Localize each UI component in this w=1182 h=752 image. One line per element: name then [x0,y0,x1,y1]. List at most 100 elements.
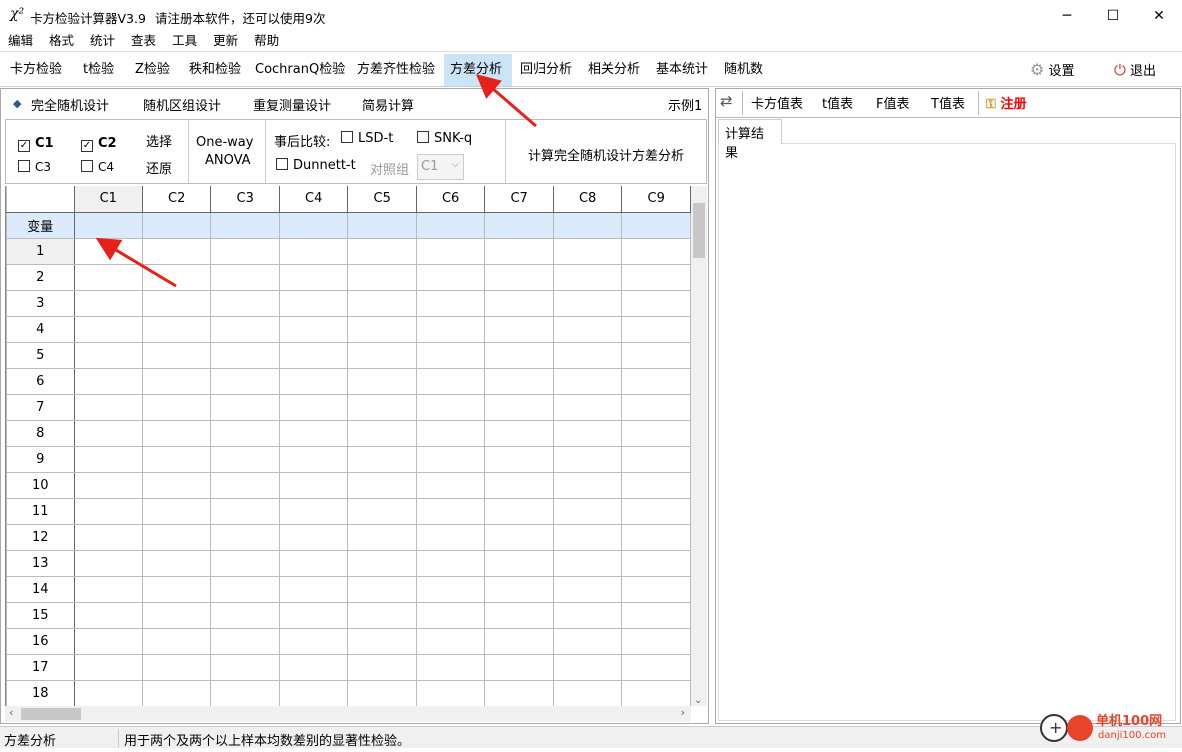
data-cell[interactable] [278,497,349,525]
data-cell[interactable] [621,627,691,655]
data-cell[interactable] [621,341,691,369]
data-cell[interactable] [278,653,349,681]
data-cell[interactable] [415,393,486,421]
t-table-button[interactable]: t值表 [822,93,853,112]
data-cell[interactable] [278,393,349,421]
data-cell[interactable] [210,393,280,421]
variable-cell[interactable] [621,211,691,239]
data-cell[interactable] [141,601,212,629]
settings-button[interactable]: ⚙ 设置 [1024,54,1081,86]
data-cell[interactable] [278,341,349,369]
data-cell[interactable] [347,341,417,369]
data-cell[interactable] [484,315,554,343]
data-cell[interactable] [484,393,554,421]
data-cell[interactable] [210,315,280,343]
data-cell[interactable] [621,393,691,421]
vertical-scrollbar[interactable]: ⌄ [691,186,707,706]
data-cell[interactable] [621,601,691,629]
tab-regression[interactable]: 回归分析 [514,54,578,86]
data-cell[interactable] [73,679,143,706]
data-cell[interactable] [484,341,554,369]
data-cell[interactable] [278,367,349,395]
data-cell[interactable] [621,497,691,525]
data-cell[interactable] [210,497,280,525]
checkbox-c4[interactable]: C4 [81,160,114,174]
menu-lookup[interactable]: 查表 [123,32,164,50]
data-cell[interactable] [141,653,212,681]
menu-tools[interactable]: 工具 [164,32,205,50]
data-cell[interactable] [73,419,143,447]
data-cell[interactable] [347,575,417,603]
variable-cell[interactable] [73,211,143,239]
data-cell[interactable] [73,627,143,655]
data-cell[interactable] [347,289,417,317]
tab-rank-sum[interactable]: 秩和检验 [183,54,247,86]
data-cell[interactable] [415,601,486,629]
data-cell[interactable] [621,549,691,577]
data-cell[interactable] [415,445,486,473]
tab-repeated-measures[interactable]: 重复测量设计 [253,95,331,114]
data-cell[interactable] [552,445,623,473]
row-header[interactable]: 11 [6,497,75,525]
data-cell[interactable] [141,419,212,447]
data-cell[interactable] [484,289,554,317]
data-cell[interactable] [210,627,280,655]
data-cell[interactable] [415,523,486,551]
data-cell[interactable] [484,263,554,291]
data-cell[interactable] [141,289,212,317]
data-cell[interactable] [210,601,280,629]
data-cell[interactable] [73,367,143,395]
data-cell[interactable] [347,419,417,447]
column-header[interactable]: C4 [278,186,349,213]
data-cell[interactable] [278,419,349,447]
column-header[interactable]: C2 [141,186,212,213]
variable-cell[interactable] [347,211,417,239]
data-cell[interactable] [484,419,554,447]
data-cell[interactable] [347,445,417,473]
data-cell[interactable] [210,289,280,317]
scroll-left-icon[interactable]: ‹ [9,706,13,719]
data-cell[interactable] [621,237,691,265]
data-cell[interactable] [484,237,554,265]
row-header[interactable]: 12 [6,523,75,551]
menu-stats[interactable]: 统计 [82,32,123,50]
row-header[interactable]: 2 [6,263,75,291]
data-cell[interactable] [278,263,349,291]
row-header[interactable]: 9 [6,445,75,473]
tab-completely-random[interactable]: 完全随机设计 [31,95,109,114]
T-table-button[interactable]: T值表 [931,93,965,112]
menu-format[interactable]: 格式 [41,32,82,50]
data-cell[interactable] [347,601,417,629]
data-cell[interactable] [278,679,349,706]
variable-cell[interactable] [141,211,212,239]
exit-button[interactable]: ⏻ 退出 [1108,54,1162,86]
data-cell[interactable] [73,289,143,317]
data-cell[interactable] [347,549,417,577]
data-cell[interactable] [484,653,554,681]
tab-correlation[interactable]: 相关分析 [582,54,646,86]
data-cell[interactable] [347,653,417,681]
row-header[interactable]: 5 [6,341,75,369]
data-cell[interactable] [552,497,623,525]
row-header[interactable]: 15 [6,601,75,629]
data-cell[interactable] [210,341,280,369]
data-cell[interactable] [484,601,554,629]
row-header[interactable]: 4 [6,315,75,343]
data-cell[interactable] [347,263,417,291]
data-cell[interactable] [552,263,623,291]
data-cell[interactable] [141,575,212,603]
data-cell[interactable] [552,575,623,603]
data-cell[interactable] [484,549,554,577]
data-cell[interactable] [415,549,486,577]
data-cell[interactable] [141,471,212,499]
data-cell[interactable] [73,315,143,343]
data-cell[interactable] [278,523,349,551]
row-header[interactable]: 3 [6,289,75,317]
scroll-down-icon[interactable]: ⌄ [694,695,702,706]
data-cell[interactable] [73,445,143,473]
data-cell[interactable] [552,679,623,706]
control-group-select[interactable]: C1 ⌵ [417,154,464,180]
data-cell[interactable] [415,315,486,343]
data-cell[interactable] [141,263,212,291]
data-cell[interactable] [621,419,691,447]
